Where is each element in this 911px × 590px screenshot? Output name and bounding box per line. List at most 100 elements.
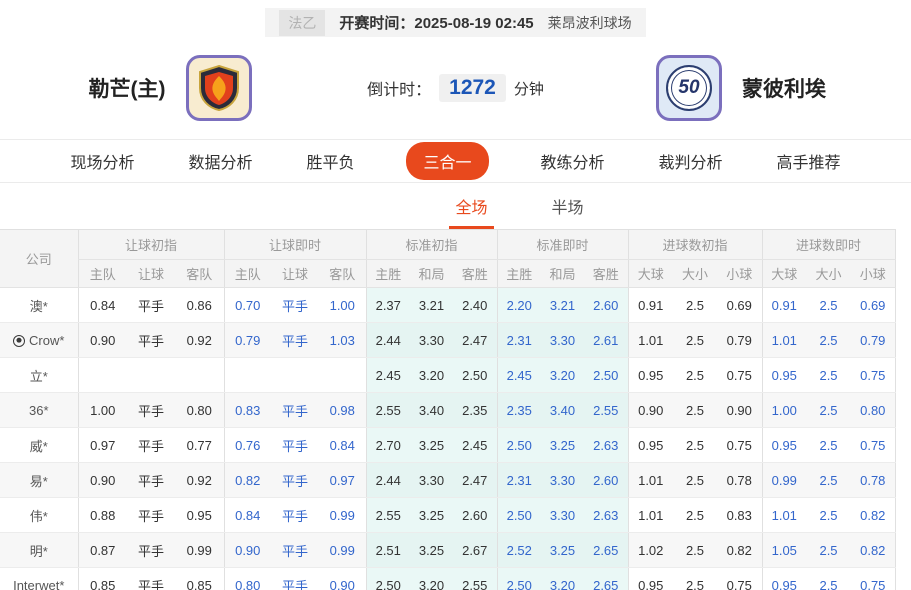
odds-cell[interactable]: 平手 bbox=[127, 497, 175, 533]
odds-cell[interactable]: 2.31 bbox=[496, 322, 541, 358]
odds-cell[interactable]: 平手 bbox=[127, 532, 175, 568]
odds-cell[interactable]: 3.25 bbox=[410, 497, 453, 533]
odds-cell[interactable]: 0.83 bbox=[223, 392, 271, 428]
odds-cell[interactable]: 2.5 bbox=[673, 322, 717, 358]
odds-cell[interactable]: 2.55 bbox=[365, 497, 410, 533]
odds-cell[interactable]: 3.20 bbox=[541, 567, 584, 590]
odds-cell[interactable]: 0.84 bbox=[223, 497, 271, 533]
odds-cell[interactable]: 0.82 bbox=[223, 462, 271, 498]
nav-tab-5[interactable]: 教练分析 bbox=[539, 142, 607, 180]
odds-cell[interactable]: 2.45 bbox=[453, 427, 497, 463]
odds-cell[interactable]: 0.84 bbox=[77, 287, 127, 323]
sub-tab-1[interactable]: 全场 bbox=[449, 183, 494, 229]
odds-cell[interactable]: 2.61 bbox=[584, 322, 628, 358]
odds-cell[interactable]: 3.20 bbox=[410, 567, 453, 590]
odds-cell[interactable]: 3.30 bbox=[541, 497, 584, 533]
odds-cell[interactable]: 0.77 bbox=[175, 427, 224, 463]
odds-cell[interactable]: 0.78 bbox=[851, 462, 896, 498]
nav-tab-2[interactable]: 数据分析 bbox=[186, 142, 254, 180]
odds-cell[interactable]: 0.75 bbox=[717, 357, 763, 393]
odds-cell[interactable]: 1.05 bbox=[761, 532, 807, 568]
odds-cell[interactable]: 2.55 bbox=[453, 567, 497, 590]
odds-cell[interactable]: 0.82 bbox=[851, 497, 896, 533]
odds-cell[interactable]: 3.25 bbox=[541, 427, 584, 463]
odds-cell[interactable]: 0.95 bbox=[627, 567, 673, 590]
odds-cell[interactable]: 3.21 bbox=[541, 287, 584, 323]
odds-cell[interactable]: 0.80 bbox=[175, 392, 224, 428]
odds-cell[interactable]: 平手 bbox=[127, 567, 175, 590]
odds-cell[interactable]: 0.95 bbox=[761, 567, 807, 590]
odds-cell[interactable]: 0.75 bbox=[717, 427, 763, 463]
company-name[interactable]: 36* bbox=[0, 392, 78, 428]
odds-cell[interactable]: 1.00 bbox=[761, 392, 807, 428]
odds-cell[interactable]: 2.50 bbox=[496, 497, 541, 533]
odds-cell[interactable]: 2.65 bbox=[584, 567, 628, 590]
odds-cell[interactable]: 2.45 bbox=[365, 357, 410, 393]
odds-cell[interactable]: 0.92 bbox=[175, 462, 224, 498]
odds-cell[interactable]: 0.85 bbox=[77, 567, 127, 590]
odds-cell[interactable]: 3.40 bbox=[541, 392, 584, 428]
odds-cell[interactable]: 平手 bbox=[127, 322, 175, 358]
odds-cell[interactable]: 1.02 bbox=[627, 532, 673, 568]
odds-cell[interactable]: 2.5 bbox=[673, 427, 717, 463]
odds-cell[interactable]: 2.50 bbox=[365, 567, 410, 590]
odds-cell[interactable]: 2.5 bbox=[673, 567, 717, 590]
odds-cell[interactable]: 0.90 bbox=[319, 567, 366, 590]
odds-cell[interactable] bbox=[271, 357, 319, 393]
odds-cell[interactable]: 2.40 bbox=[453, 287, 497, 323]
odds-cell[interactable] bbox=[223, 357, 271, 393]
odds-cell[interactable]: 0.75 bbox=[851, 427, 896, 463]
odds-cell[interactable]: 2.44 bbox=[365, 462, 410, 498]
odds-cell[interactable]: 0.95 bbox=[761, 357, 807, 393]
odds-cell[interactable]: 0.95 bbox=[761, 427, 807, 463]
nav-tab-1[interactable]: 现场分析 bbox=[68, 142, 136, 180]
odds-cell[interactable]: 2.52 bbox=[496, 532, 541, 568]
odds-cell[interactable]: 2.37 bbox=[365, 287, 410, 323]
odds-cell[interactable]: 3.30 bbox=[541, 322, 584, 358]
odds-cell[interactable]: 2.63 bbox=[584, 497, 628, 533]
company-name[interactable]: 威* bbox=[0, 427, 78, 463]
odds-cell[interactable]: 0.90 bbox=[223, 532, 271, 568]
odds-cell[interactable]: 0.76 bbox=[223, 427, 271, 463]
odds-cell[interactable]: 2.44 bbox=[365, 322, 410, 358]
odds-cell[interactable]: 3.30 bbox=[410, 462, 453, 498]
odds-cell[interactable]: 0.80 bbox=[851, 392, 896, 428]
odds-cell[interactable]: 1.01 bbox=[761, 322, 807, 358]
odds-cell[interactable]: 2.5 bbox=[673, 392, 717, 428]
odds-cell[interactable]: 2.70 bbox=[365, 427, 410, 463]
odds-cell[interactable]: 0.97 bbox=[319, 462, 366, 498]
odds-cell[interactable]: 0.91 bbox=[761, 287, 807, 323]
odds-cell[interactable]: 3.40 bbox=[410, 392, 453, 428]
odds-cell[interactable]: 0.79 bbox=[223, 322, 271, 358]
odds-cell[interactable]: 平手 bbox=[271, 532, 319, 568]
company-name[interactable]: 明* bbox=[0, 532, 78, 568]
odds-cell[interactable]: 1.00 bbox=[319, 287, 366, 323]
odds-cell[interactable]: 3.30 bbox=[541, 462, 584, 498]
odds-cell[interactable]: 2.47 bbox=[453, 462, 497, 498]
odds-cell[interactable]: 3.25 bbox=[410, 427, 453, 463]
odds-cell[interactable]: 2.5 bbox=[806, 392, 852, 428]
odds-cell[interactable]: 平手 bbox=[127, 462, 175, 498]
odds-cell[interactable]: 0.75 bbox=[717, 567, 763, 590]
odds-cell[interactable]: 3.25 bbox=[541, 532, 584, 568]
odds-cell[interactable]: 平手 bbox=[127, 427, 175, 463]
odds-cell[interactable]: 1.01 bbox=[627, 497, 673, 533]
odds-cell[interactable]: 0.95 bbox=[627, 357, 673, 393]
odds-cell[interactable]: 3.21 bbox=[410, 287, 453, 323]
odds-cell[interactable]: 2.50 bbox=[453, 357, 497, 393]
odds-cell[interactable]: 平手 bbox=[127, 392, 175, 428]
odds-cell[interactable]: 0.90 bbox=[77, 462, 127, 498]
company-name[interactable]: Interwet* bbox=[0, 567, 78, 590]
odds-cell[interactable]: 0.90 bbox=[717, 392, 763, 428]
odds-cell[interactable]: 2.20 bbox=[496, 287, 541, 323]
odds-cell[interactable]: 2.45 bbox=[496, 357, 541, 393]
odds-cell[interactable]: 平手 bbox=[271, 497, 319, 533]
odds-cell[interactable]: 2.51 bbox=[365, 532, 410, 568]
odds-cell[interactable]: 0.82 bbox=[717, 532, 763, 568]
odds-cell[interactable]: 2.50 bbox=[496, 567, 541, 590]
odds-cell[interactable]: 0.99 bbox=[761, 462, 807, 498]
odds-cell[interactable]: 0.78 bbox=[717, 462, 763, 498]
odds-cell[interactable]: 2.63 bbox=[584, 427, 628, 463]
company-name[interactable]: 易* bbox=[0, 462, 78, 498]
odds-cell[interactable]: 2.5 bbox=[806, 427, 852, 463]
